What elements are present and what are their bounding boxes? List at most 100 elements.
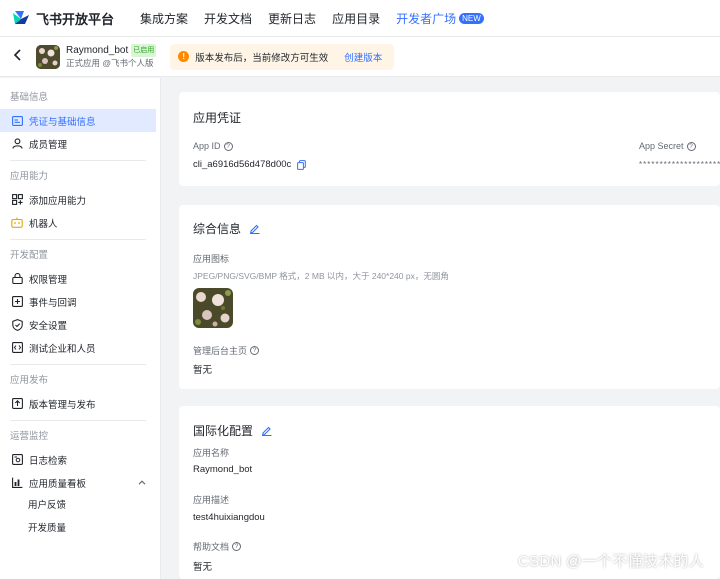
sidebar-item-label: 机器人 bbox=[29, 218, 58, 230]
copy-icon[interactable] bbox=[297, 159, 307, 170]
i18n-title: 国际化配置 bbox=[193, 422, 272, 439]
nav-app-directory[interactable]: 应用目录 bbox=[332, 10, 380, 27]
sidebar-item-members[interactable]: 成员管理 bbox=[0, 132, 160, 155]
nav-menu: 集成方案 开发文档 更新日志 应用目录 开发者广场 NEW bbox=[140, 10, 500, 27]
help-icon[interactable]: ? bbox=[686, 141, 696, 151]
homepage-label-text: 管理后台主页 bbox=[193, 346, 248, 356]
app-desc-label: 应用描述 bbox=[193, 495, 230, 505]
app-name-label: 应用名称 bbox=[193, 448, 230, 458]
credentials-card: 应用凭证 App ID ? cli_a6916d56d478d00c App S… bbox=[179, 92, 720, 186]
app-id-text: cli_a6916d56d478d00c bbox=[193, 159, 292, 170]
app-id-label: App ID ? bbox=[193, 141, 233, 151]
help-icon[interactable]: ? bbox=[232, 542, 242, 551]
permission-icon bbox=[11, 273, 23, 285]
brand-name: 飞书开放平台 bbox=[36, 11, 115, 27]
create-version-link[interactable]: 创建版本 bbox=[344, 50, 382, 64]
app-header: Raymond_bot 已启用 正式应用 @飞书个人版 ! 版本发布后，当前修改方… bbox=[0, 37, 720, 77]
sidebar-item-credentials[interactable]: 凭证与基础信息 bbox=[0, 109, 156, 132]
sidebar-item-label: 版本管理与发布 bbox=[29, 399, 96, 411]
upload-icon bbox=[11, 398, 23, 410]
app-icon-label: 应用图标 bbox=[193, 254, 230, 264]
sidebar-item-label: 成员管理 bbox=[29, 139, 68, 151]
sidebar-item-label: 事件与回调 bbox=[29, 297, 77, 309]
top-nav: 飞书开放平台 集成方案 开发文档 更新日志 应用目录 开发者广场 NEW bbox=[0, 0, 720, 37]
sidebar-divider bbox=[10, 239, 146, 240]
app-icon-hint: JPEG/PNG/SVG/BMP 格式，2 MB 以内，大于 240*240 p… bbox=[193, 271, 449, 281]
app-secret-label-text: App Secret bbox=[639, 141, 684, 151]
sidebar-group-ability: 应用能力 bbox=[10, 171, 49, 182]
sidebar-item-permissions[interactable]: 权限管理 bbox=[0, 267, 160, 290]
edit-icon[interactable] bbox=[249, 223, 260, 234]
sidebar-divider bbox=[10, 364, 146, 365]
test-icon bbox=[11, 342, 23, 354]
sidebar-item-label: 应用质量看板 bbox=[29, 478, 87, 490]
log-icon bbox=[11, 454, 23, 466]
sidebar-group-basic: 基础信息 bbox=[10, 92, 49, 103]
sidebar-item-add-ability[interactable]: 添加应用能力 bbox=[0, 188, 160, 211]
logo[interactable]: 飞书开放平台 bbox=[12, 9, 114, 28]
nav-integration[interactable]: 集成方案 bbox=[140, 10, 188, 27]
app-secret-value: ******************** bbox=[639, 160, 720, 169]
app-name-value: Raymond_bot bbox=[193, 464, 253, 475]
general-title-text: 综合信息 bbox=[193, 222, 242, 236]
app-icon-image[interactable] bbox=[193, 288, 233, 328]
nav-changelog[interactable]: 更新日志 bbox=[268, 10, 316, 27]
shield-icon bbox=[11, 318, 23, 331]
homepage-label: 管理后台主页 ? bbox=[193, 344, 260, 357]
sidebar-group-release: 应用发布 bbox=[10, 375, 49, 386]
sidebar-item-robot[interactable]: 机器人 bbox=[0, 211, 160, 234]
sidebar-item-events[interactable]: 事件与回调 bbox=[0, 290, 160, 313]
general-title: 综合信息 bbox=[193, 220, 260, 237]
sidebar-subitem-dev-quality[interactable]: 开发质量 bbox=[0, 517, 160, 540]
help-icon[interactable]: ? bbox=[223, 141, 233, 151]
sidebar-group-monitoring: 运营监控 bbox=[10, 431, 49, 442]
app-avatar bbox=[36, 44, 60, 69]
robot-icon bbox=[11, 217, 23, 229]
credentials-title-text: 应用凭证 bbox=[193, 111, 242, 125]
app-subtitle: 正式应用 @飞书个人版 bbox=[66, 58, 154, 68]
sidebar-divider bbox=[10, 420, 146, 421]
sidebar-item-test-users[interactable]: 测试企业和人员 bbox=[0, 336, 160, 359]
sidebar-subitem-feedback[interactable]: 用户反馈 bbox=[0, 494, 160, 517]
nav-dev-square[interactable]: 开发者广场 NEW bbox=[396, 10, 484, 27]
credential-icon bbox=[11, 115, 23, 127]
member-icon bbox=[11, 138, 23, 150]
chevron-up-icon[interactable] bbox=[138, 478, 146, 487]
sidebar-item-logs[interactable]: 日志检索 bbox=[0, 448, 160, 471]
help-icon[interactable]: ? bbox=[250, 346, 260, 355]
edit-icon[interactable] bbox=[261, 425, 272, 436]
publish-notice: ! 版本发布后，当前修改方可生效 创建版本 bbox=[170, 43, 395, 70]
notice-text: 版本发布后，当前修改方可生效 bbox=[195, 52, 329, 64]
general-info-card: 综合信息 应用图标 JPEG/PNG/SVG/BMP 格式，2 MB 以内，大于… bbox=[179, 205, 720, 389]
back-arrow-icon[interactable] bbox=[4, 48, 32, 66]
app-id-label-text: App ID bbox=[193, 141, 221, 151]
nav-docs[interactable]: 开发文档 bbox=[204, 10, 252, 27]
sidebar-item-release[interactable]: 版本管理与发布 bbox=[0, 392, 160, 415]
status-badge: 已启用 bbox=[131, 44, 157, 57]
sidebar: 基础信息 凭证与基础信息 成员管理 应用能力 添加应用能力 机器人 开发配置 权… bbox=[0, 78, 161, 579]
help-doc-label: 帮助文档 ? bbox=[193, 540, 242, 553]
sidebar-group-dev-config: 开发配置 bbox=[10, 250, 49, 261]
sidebar-item-label: 日志检索 bbox=[29, 455, 68, 467]
sidebar-item-label: 安全设置 bbox=[29, 320, 68, 332]
sidebar-item-label: 凭证与基础信息 bbox=[29, 116, 96, 128]
sidebar-item-label: 权限管理 bbox=[29, 274, 68, 286]
add-ability-icon bbox=[11, 194, 23, 206]
sidebar-item-security[interactable]: 安全设置 bbox=[0, 313, 160, 336]
nav-dev-square-label: 开发者广场 bbox=[396, 11, 457, 26]
app-desc-value: test4huixiangdou bbox=[193, 512, 265, 523]
help-doc-label-text: 帮助文档 bbox=[193, 542, 230, 552]
app-meta: Raymond_bot 已启用 正式应用 @飞书个人版 bbox=[66, 43, 157, 70]
help-doc-value: 暂无 bbox=[193, 562, 213, 573]
watermark: CSDN @一个不懂技术的人 bbox=[517, 553, 704, 570]
sidebar-item-quality[interactable]: 应用质量看板 bbox=[0, 471, 160, 494]
i18n-title-text: 国际化配置 bbox=[193, 424, 254, 438]
warning-icon: ! bbox=[178, 51, 190, 62]
chart-icon bbox=[11, 477, 23, 489]
feishu-logo-icon bbox=[13, 11, 29, 24]
app-secret-label: App Secret ? bbox=[639, 141, 696, 151]
new-badge: NEW bbox=[459, 12, 484, 24]
homepage-value: 暂无 bbox=[193, 365, 213, 376]
sidebar-divider bbox=[10, 160, 146, 161]
sidebar-item-label: 添加应用能力 bbox=[29, 195, 87, 207]
